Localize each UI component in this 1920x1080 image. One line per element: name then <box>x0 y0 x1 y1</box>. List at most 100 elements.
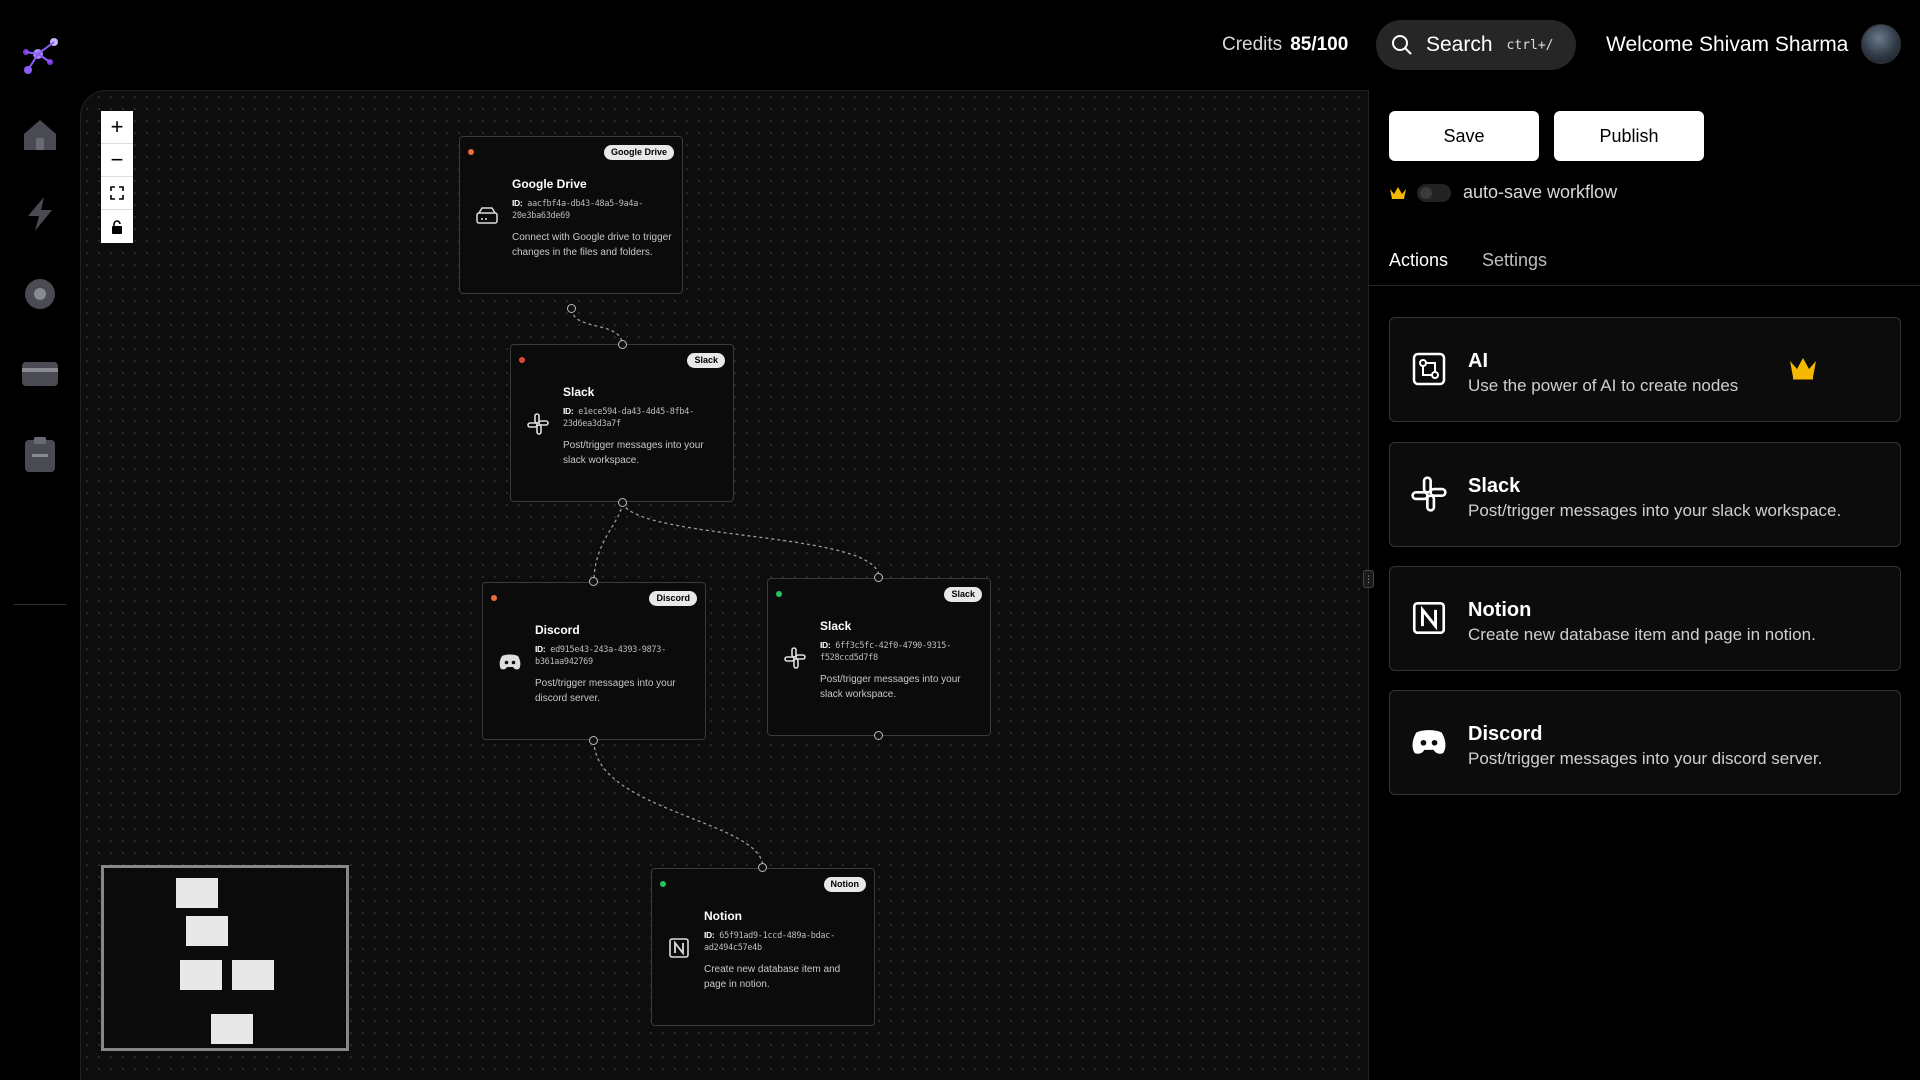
sidebar-item-settings[interactable] <box>20 274 60 314</box>
node-id-value: 65f91ad9-1ccd-489a-bdac-ad2494c57e4b <box>704 931 835 953</box>
node-id-label: ID: <box>535 644 546 654</box>
lock-icon <box>112 219 122 234</box>
action-title: Notion <box>1468 599 1532 621</box>
edge-slack-discord <box>593 502 623 582</box>
edge-drive-slack <box>571 308 623 345</box>
action-description: Create new database item and page in not… <box>1468 625 1816 644</box>
search-icon <box>1392 35 1412 55</box>
tab-actions[interactable]: Actions <box>1389 250 1448 271</box>
notion-icon <box>1410 599 1448 637</box>
search-button[interactable]: Search ctrl+/ <box>1376 20 1576 70</box>
tab-settings[interactable]: Settings <box>1482 250 1547 271</box>
sidebar <box>0 90 80 1080</box>
lock-button[interactable] <box>101 210 133 243</box>
ai-circuit-icon <box>1410 350 1448 388</box>
workflow-canvas[interactable]: + − Google Drive Google Drive ID: aacfbf… <box>80 90 1368 1080</box>
node-id: ID: 65f91ad9-1ccd-489a-bdac-ad2494c57e4b <box>704 929 866 954</box>
minimap-node <box>176 878 218 908</box>
node-id: ID: aacfbf4a-db43-48a5-9a4a-20e3ba63de69 <box>512 197 674 222</box>
publish-button[interactable]: Publish <box>1554 111 1704 161</box>
node-description: Post/trigger messages into your discord … <box>535 678 676 704</box>
node-handle-source[interactable] <box>589 736 598 745</box>
node-id: ID: 6ff3c5fc-42f0-4790-9315-f528ccd5d7f8 <box>820 639 982 664</box>
action-card-ai[interactable]: AI Use the power of AI to create nodes <box>1389 317 1901 422</box>
zoom-in-button[interactable]: + <box>101 111 133 144</box>
action-card-discord[interactable]: Discord Post/trigger messages into your … <box>1389 690 1901 795</box>
node-handle-source[interactable] <box>618 498 627 507</box>
node-id-label: ID: <box>820 640 831 650</box>
node-description: Post/trigger messages into your slack wo… <box>820 674 961 700</box>
action-card-notion[interactable]: Notion Create new database item and page… <box>1389 566 1901 671</box>
node-id-label: ID: <box>512 198 523 208</box>
node-google-drive[interactable]: Google Drive Google Drive ID: aacfbf4a-d… <box>459 136 683 294</box>
save-button[interactable]: Save <box>1389 111 1539 161</box>
autosave-label: auto-save workflow <box>1463 182 1618 202</box>
node-notion[interactable]: Notion Notion ID: 65f91ad9-1ccd-489a-bda… <box>651 868 875 1026</box>
discord-icon <box>497 649 523 675</box>
zoom-controls: + − <box>101 111 133 243</box>
minimap[interactable] <box>101 865 349 1051</box>
status-dot <box>468 149 474 155</box>
panel-tabs: Actions Settings <box>1369 240 1920 286</box>
avatar[interactable] <box>1861 24 1901 64</box>
search-shortcut: ctrl+/ <box>1506 37 1554 53</box>
edge-slack-slack2 <box>621 502 880 578</box>
node-description: Connect with Google drive to trigger cha… <box>512 232 672 258</box>
lightning-icon <box>28 197 52 231</box>
status-dot <box>660 881 666 887</box>
node-description: Create new database item and page in not… <box>704 964 841 990</box>
credits-label: Credits <box>1222 34 1283 55</box>
notion-icon <box>666 935 692 961</box>
node-slack-2[interactable]: Slack Slack ID: 6ff3c5fc-42f0-4790-9315-… <box>767 578 991 736</box>
sidebar-item-workflows[interactable] <box>20 194 60 234</box>
zoom-out-button[interactable]: − <box>101 144 133 177</box>
slack-icon <box>782 645 808 671</box>
sidebar-item-logs[interactable] <box>20 434 60 474</box>
hard-drive-icon <box>474 203 500 229</box>
node-id-value: ed915e43-243a-4393-9873-b361aa942769 <box>535 645 666 667</box>
status-dot <box>519 357 525 363</box>
node-handle-target[interactable] <box>758 863 767 872</box>
action-description: Use the power of AI to create nodes <box>1468 376 1739 395</box>
node-handle-target[interactable] <box>618 340 627 349</box>
node-description: Post/trigger messages into your slack wo… <box>563 440 704 466</box>
node-slack[interactable]: Slack Slack ID: e1ece594-da43-4d45-8fb4-… <box>510 344 734 502</box>
node-title: Notion <box>704 909 742 923</box>
search-label: Search <box>1426 33 1493 56</box>
slack-icon <box>1410 475 1448 513</box>
sidebar-item-billing[interactable] <box>20 354 60 394</box>
node-title: Google Drive <box>512 177 587 191</box>
logo-icon[interactable] <box>18 32 62 76</box>
panel-resize-handle[interactable]: ⋮ <box>1363 570 1374 588</box>
node-handle-target[interactable] <box>589 577 598 586</box>
minimap-node <box>211 1014 253 1044</box>
action-description: Post/trigger messages into your discord … <box>1468 749 1823 768</box>
node-discord[interactable]: Discord Discord ID: ed915e43-243a-4393-9… <box>482 582 706 740</box>
settings-icon <box>25 279 55 309</box>
billing-card-icon <box>22 362 58 386</box>
action-title: Slack <box>1468 475 1521 497</box>
node-handle-source[interactable] <box>567 304 576 313</box>
node-id-value: 6ff3c5fc-42f0-4790-9315-f528ccd5d7f8 <box>820 641 951 663</box>
crown-icon <box>1790 358 1816 380</box>
node-handle-target[interactable] <box>874 573 883 582</box>
discord-icon <box>1410 723 1448 761</box>
node-badge: Slack <box>687 353 725 368</box>
credits-display: Credits 85/100 <box>1222 34 1348 56</box>
autosave-toggle[interactable] <box>1417 183 1451 202</box>
node-title: Slack <box>820 619 852 633</box>
node-title: Discord <box>535 623 580 637</box>
fit-view-button[interactable] <box>101 177 133 210</box>
node-title: Slack <box>563 385 595 399</box>
node-id: ID: e1ece594-da43-4d45-8fb4-23d6ea3d3a7f <box>563 405 725 430</box>
node-id-value: aacfbf4a-db43-48a5-9a4a-20e3ba63de69 <box>512 199 643 221</box>
clipboard-icon <box>25 437 55 472</box>
node-handle-source[interactable] <box>874 731 883 740</box>
sidebar-divider <box>14 604 66 605</box>
action-card-slack[interactable]: Slack Post/trigger messages into your sl… <box>1389 442 1901 547</box>
autosave-row: auto-save workflow <box>1389 182 1617 203</box>
node-id-label: ID: <box>563 406 574 416</box>
home-icon <box>24 120 56 150</box>
action-description: Post/trigger messages into your slack wo… <box>1468 501 1842 520</box>
sidebar-item-home[interactable] <box>20 114 60 154</box>
